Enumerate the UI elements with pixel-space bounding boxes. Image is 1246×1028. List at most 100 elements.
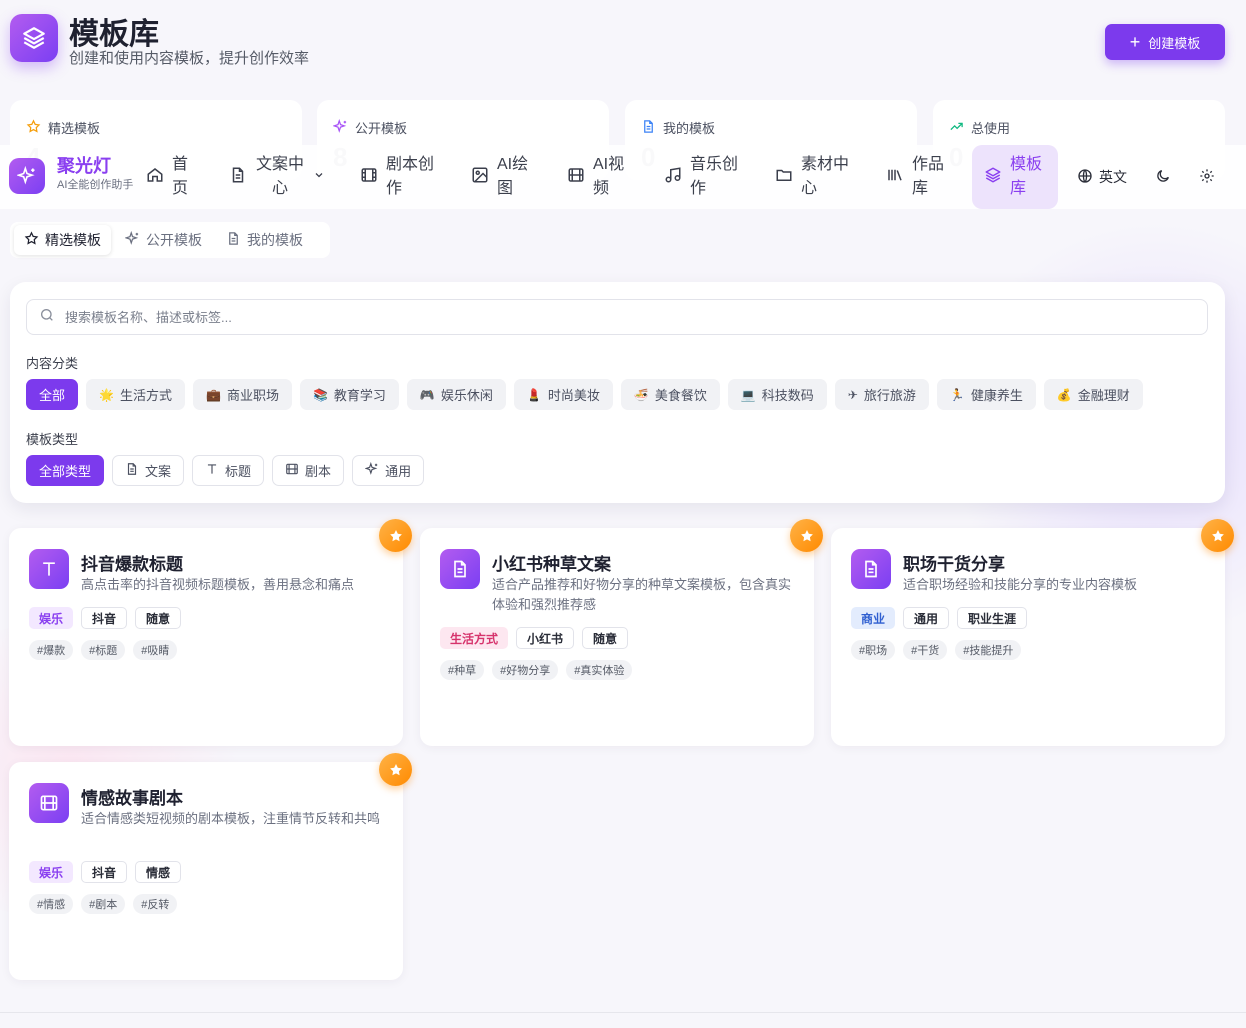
category-chip-tech[interactable]: 💻 科技数码 (727, 379, 827, 410)
nav-item-assets[interactable]: 素材中心 (775, 145, 853, 209)
featured-star-icon (790, 519, 823, 552)
brand[interactable]: 聚光灯 AI全能创作助手 (9, 156, 133, 194)
card-description: 高点击率的抖音视频标题模板，善用悬念和痛点 (81, 577, 355, 592)
runner-icon: 🏃 (949, 387, 965, 402)
type-chip-copy[interactable]: 文案 (112, 455, 185, 486)
category-chip-health[interactable]: 🏃 健康养生 (936, 379, 1036, 410)
category-chip-travel[interactable]: ✈ 旅行旅游 (834, 379, 929, 410)
search-icon (39, 307, 55, 328)
tab-label: 精选模板 (45, 232, 101, 248)
platform-badge: 小红书 (516, 627, 575, 649)
nav-item-templates[interactable]: 模板库 (972, 145, 1058, 209)
nav-label: 模板库 (1010, 156, 1043, 197)
nav-item-ai-drawing[interactable]: AI绘图 (471, 145, 533, 209)
category-chip-fashion[interactable]: 💄 时尚美妆 (513, 379, 613, 410)
tab-label: 公开模板 (146, 232, 202, 248)
nav-item-ai-video[interactable]: AI视频 (567, 145, 629, 209)
moon-icon (1155, 168, 1171, 187)
category-heading: 内容分类 (26, 356, 79, 371)
tab-public[interactable]: 公开模板 (115, 225, 212, 255)
nav-item-home[interactable]: 首页 (146, 145, 190, 209)
home-icon (146, 166, 164, 189)
type-chip-general[interactable]: 通用 (352, 455, 425, 486)
tab-featured[interactable]: 精选模板 (14, 225, 111, 255)
chip-label: 商业职场 (226, 388, 279, 403)
category-chip-entertainment[interactable]: 🎮 娱乐休闲 (406, 379, 506, 410)
video-icon (567, 166, 585, 189)
language-switch[interactable]: 英文 (1077, 145, 1127, 209)
category-badge: 娱乐 (29, 607, 74, 629)
chip-label: 标题 (225, 464, 252, 479)
card-title: 抖音爆款标题 (81, 555, 183, 574)
type-heading: 模板类型 (26, 432, 79, 447)
tag: #爆款 (29, 640, 74, 660)
search-input[interactable] (65, 309, 1165, 325)
type-chip-all[interactable]: 全部类型 (26, 455, 105, 486)
nav-item-copywriting[interactable]: 文案中心 (229, 145, 325, 209)
template-card[interactable]: 抖音爆款标题 高点击率的抖音视频标题模板，善用悬念和痛点 娱乐 抖音 随意 #爆… (9, 519, 412, 746)
tag: #干货 (903, 640, 948, 660)
brand-tagline: AI全能创作助手 (57, 179, 134, 191)
tag: #吸睛 (133, 640, 178, 660)
category-chip-business[interactable]: 💼 商业职场 (192, 379, 292, 410)
noodles-icon: 🍜 (633, 387, 649, 402)
sun-icon: 🌟 (99, 387, 114, 402)
type-chip-title[interactable]: 标题 (192, 455, 265, 486)
nav-label: 作品库 (912, 156, 945, 197)
page-subtitle: 创建和使用内容模板，提升创作效率 (69, 50, 310, 67)
nav-label: AI绘图 (497, 156, 529, 197)
nav-item-works[interactable]: 作品库 (886, 145, 948, 209)
film-icon (29, 783, 69, 823)
theme-toggle-button[interactable] (1155, 145, 1171, 209)
tag: #情感 (29, 894, 74, 914)
folder-icon (775, 166, 793, 189)
layers-icon (984, 166, 1002, 189)
nav-item-music[interactable]: 音乐创作 (664, 145, 742, 209)
tab-mine[interactable]: 我的模板 (216, 225, 313, 255)
nav-item-script[interactable]: 剧本创作 (360, 145, 438, 209)
tag: #好物分享 (492, 660, 559, 680)
chip-label: 文案 (145, 464, 172, 479)
category-chip-lifestyle[interactable]: 🌟 生活方式 (86, 379, 185, 410)
chip-label: 剧本 (305, 464, 332, 479)
money-bag-icon: 💰 (1056, 387, 1072, 402)
chevron-down-icon (313, 168, 325, 186)
card-description: 适合情感类短视频的剧本模板，注重情节反转和共鸣 (81, 811, 381, 826)
card-title: 职场干货分享 (903, 555, 1005, 574)
document-icon (851, 549, 891, 589)
template-card[interactable]: 职场干货分享 适合职场经验和技能分享的专业内容模板 商业 通用 职业生涯 #职场… (831, 519, 1234, 746)
chip-label: 旅行旅游 (863, 388, 916, 403)
create-template-button[interactable]: + 创建模板 (1105, 24, 1225, 60)
settings-button[interactable] (1199, 145, 1215, 209)
chip-label: 教育学习 (333, 388, 386, 403)
template-card[interactable]: 情感故事剧本 适合情感类短视频的剧本模板，注重情节反转和共鸣 娱乐 抖音 情感 … (9, 753, 412, 980)
category-chip-finance[interactable]: 💰 金融理财 (1043, 379, 1143, 410)
category-badge: 娱乐 (29, 861, 74, 883)
tag: #种草 (440, 660, 485, 680)
chip-label: 时尚美妆 (547, 388, 600, 403)
category-chip-education[interactable]: 📚 教育学习 (299, 379, 399, 410)
featured-star-icon (1201, 519, 1234, 552)
stat-label: 公开模板 (355, 121, 408, 136)
document-icon (226, 231, 241, 249)
style-badge: 职业生涯 (957, 607, 1028, 629)
star-icon (24, 231, 39, 249)
stat-label: 我的模板 (663, 121, 716, 136)
category-chip-food[interactable]: 🍜 美食餐饮 (620, 379, 720, 410)
chip-label: 美食餐饮 (654, 388, 707, 403)
tag: #技能提升 (955, 640, 1022, 660)
style-badge: 随意 (135, 607, 182, 629)
chip-label: 金融理财 (1077, 388, 1130, 403)
type-chip-script[interactable]: 剧本 (272, 455, 345, 486)
category-chips: 全部 🌟 生活方式 💼 商业职场 📚 教育学习 🎮 娱乐休闲 💄 时尚美妆 🍜 美食餐饮 💻… (26, 379, 1143, 410)
type-chips: 全部类型 文案 标题 剧本 通用 (26, 455, 425, 486)
layers-icon (10, 14, 58, 62)
category-chip-all[interactable]: 全部 (26, 379, 79, 410)
chip-label: 科技数码 (761, 388, 814, 403)
trending-up-icon (949, 119, 964, 137)
card-description: 适合职场经验和技能分享的专业内容模板 (903, 577, 1138, 592)
footer-divider (0, 1012, 1246, 1013)
text-icon (29, 549, 69, 589)
template-card[interactable]: 小红书种草文案 适合产品推荐和好物分享的种草文案模板，包含真实体验和强烈推荐感 … (420, 519, 823, 746)
card-title: 小红书种草文案 (492, 555, 611, 574)
